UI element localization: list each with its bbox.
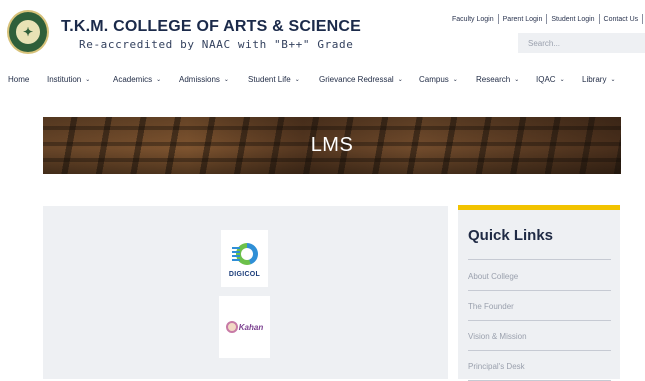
nav-item-library[interactable]: Library ⌄ <box>582 75 615 84</box>
chevron-down-icon: ⌄ <box>559 77 565 83</box>
chevron-down-icon: ⌄ <box>452 77 458 83</box>
nav-item-admissions[interactable]: Admissions ⌄ <box>179 75 229 84</box>
nav-item-institution[interactable]: Institution ⌄ <box>47 75 90 84</box>
kahan-logo-icon <box>225 321 238 333</box>
college-name[interactable]: T.K.M. COLLEGE OF ARTS & SCIENCE <box>61 18 361 36</box>
digicol-logo-icon <box>231 239 258 269</box>
chevron-down-icon: ⌄ <box>156 77 162 83</box>
contact-us-link[interactable]: Contact Us <box>600 16 643 23</box>
lms-apps-panel: DIGICOL Kahan <box>43 206 448 379</box>
nav-label: Institution <box>47 75 82 84</box>
top-links: Faculty Login Parent Login Student Login… <box>448 14 645 24</box>
search-input[interactable] <box>518 33 645 53</box>
kahan-app-link[interactable]: Kahan <box>219 296 270 358</box>
nav-item-research[interactable]: Research ⌄ <box>476 75 519 84</box>
divider <box>468 350 611 351</box>
student-login-link[interactable]: Student Login <box>547 16 598 23</box>
nav-label: Student Life <box>248 75 291 84</box>
college-logo[interactable]: ✦ <box>7 10 49 54</box>
nav-label: Campus <box>419 75 449 84</box>
nav-label: Research <box>476 75 511 84</box>
nav-label: IQAC <box>536 75 556 84</box>
page-title: LMS <box>310 134 354 156</box>
nav-label: Grievance Redressal <box>319 75 394 84</box>
digicol-label: DIGICOL <box>228 271 261 278</box>
divider <box>468 259 611 260</box>
faculty-login-link[interactable]: Faculty Login <box>448 16 498 23</box>
site-header: ✦ T.K.M. COLLEGE OF ARTS & SCIENCE Re-ac… <box>0 0 645 66</box>
sidebar-title: Quick Links <box>468 227 554 244</box>
quick-link-vision-mission[interactable]: Vision & Mission <box>468 332 527 341</box>
digicol-app-link[interactable]: DIGICOL <box>221 230 268 287</box>
chevron-down-icon: ⌄ <box>514 77 520 83</box>
page-banner: LMS <box>43 117 621 174</box>
parent-login-link[interactable]: Parent Login <box>499 16 547 23</box>
nav-label: Academics <box>113 75 153 84</box>
main-nav: Home Institution ⌄ Academics ⌄ Admission… <box>0 70 645 90</box>
chevron-down-icon: ⌄ <box>397 77 403 83</box>
nav-item-home[interactable]: Home <box>8 75 29 84</box>
nav-item-campus[interactable]: Campus ⌄ <box>419 75 458 84</box>
nav-item-academics[interactable]: Academics ⌄ <box>113 75 161 84</box>
quick-links-sidebar: Quick Links About College The Founder Vi… <box>458 205 620 381</box>
quick-link-about-college[interactable]: About College <box>468 272 518 281</box>
college-seal-icon: ✦ <box>14 18 42 46</box>
nav-label: Home <box>8 75 30 84</box>
chevron-down-icon: ⌄ <box>610 77 616 83</box>
nav-item-grievance-redressal[interactable]: Grievance Redressal ⌄ <box>319 75 403 84</box>
divider <box>642 14 644 24</box>
nav-label: Library <box>582 75 607 84</box>
nav-item-iqac[interactable]: IQAC ⌄ <box>536 75 565 84</box>
accreditation-tagline: Re-accredited by NAAC with "B++" Grade <box>79 38 354 51</box>
quick-link-principals-desk[interactable]: Principal's Desk <box>468 362 525 371</box>
chevron-down-icon: ⌄ <box>85 77 91 83</box>
divider <box>468 320 611 321</box>
quick-link-the-founder[interactable]: The Founder <box>468 302 514 311</box>
nav-label: Admissions <box>179 75 220 84</box>
kahan-label: Kahan <box>238 322 264 332</box>
chevron-down-icon: ⌄ <box>294 77 300 83</box>
divider <box>468 290 611 291</box>
chevron-down-icon: ⌄ <box>223 77 229 83</box>
nav-item-student-life[interactable]: Student Life ⌄ <box>248 75 300 84</box>
